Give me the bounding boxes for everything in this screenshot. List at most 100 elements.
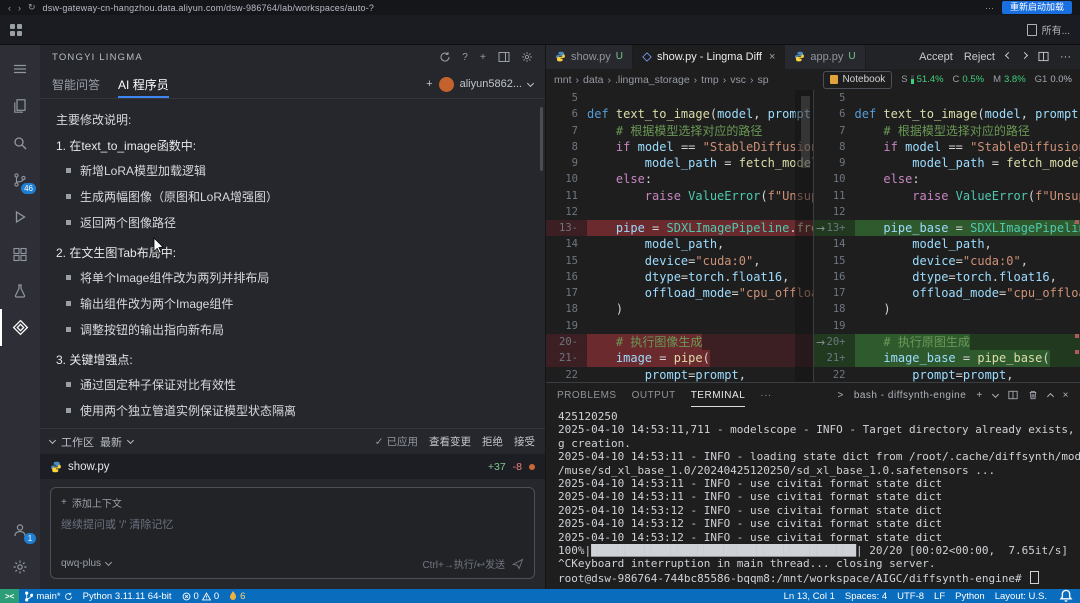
all-kernels-label[interactable]: 所有... [1042,22,1070,37]
explorer-icon[interactable] [0,87,40,124]
code-token: = [948,221,971,236]
reject-diff-button[interactable]: Reject [964,51,995,63]
tab-smart-qa[interactable]: 智能问答 [52,70,100,98]
chevron-down-icon[interactable] [48,436,57,445]
add-context-chip[interactable]: + 添加上下文 [61,495,524,510]
remote-indicator[interactable]: >< [0,589,20,603]
account-name[interactable]: aliyun5862... [460,78,522,90]
browser-menu-icon[interactable]: ··· [985,3,994,13]
more-actions-icon[interactable]: ··· [1060,51,1071,63]
lingma-notification-item[interactable]: 6 [224,589,250,603]
cursor-position-item[interactable]: Ln 13, Col 1 [779,589,840,603]
line-number: 10 [832,173,846,186]
code-token: device [644,253,689,268]
tab-lingma-diff[interactable]: show.py - Lingma Diff × [632,44,786,69]
search-icon[interactable] [0,124,40,161]
source-control-icon[interactable]: 46 [0,161,40,198]
help-icon[interactable]: ? [462,52,469,63]
tab-terminal[interactable]: TERMINAL [691,383,746,407]
diff-modified-pane[interactable]: 56def text_to_image(model, prompt,7 # 根据… [813,90,1080,382]
diff-original-pane[interactable]: 56def text_to_image(model, prompt, n7 # … [546,90,814,382]
layout-icon[interactable] [498,51,510,63]
tab-output[interactable]: OUTPUT [632,383,676,407]
line-number: 8 [571,140,578,153]
line-number: 19 [832,319,846,332]
changed-file-row[interactable]: show.py +37 -8 [40,454,545,479]
more-panel-tabs-icon[interactable]: ··· [760,390,772,401]
maximize-panel-icon[interactable] [1046,392,1054,400]
code-text: # 根据模型选择对应的路径 [587,123,762,139]
chevron-down-icon[interactable] [104,558,113,567]
workspace-filter[interactable]: 最新 [100,434,122,450]
menu-icon[interactable] [0,50,40,87]
breadcrumb-item[interactable]: tmp [701,74,719,86]
breadcrumb-item[interactable]: sp [757,74,768,86]
history-icon[interactable] [439,51,451,63]
keyboard-layout-item[interactable]: Layout: U.S. [990,589,1052,603]
close-tab-icon[interactable]: × [769,51,775,63]
next-change-icon[interactable] [1020,51,1029,60]
tab-app-py[interactable]: app.py U [785,44,866,69]
split-terminal-icon[interactable] [1008,390,1018,400]
code-token: = [948,269,956,284]
trash-icon[interactable] [1028,390,1038,400]
account-icon[interactable]: 1 [0,511,40,548]
terminal-output[interactable]: 425120250 2025-04-10 14:53:11,711 - model… [546,407,1080,589]
previous-change-icon[interactable] [1004,51,1013,60]
eol-item[interactable]: LF [929,589,950,603]
browser-back-icon[interactable]: ‹ [8,3,11,13]
chat-input-box[interactable]: + 添加上下文 继续提问或 '/' 清除记忆 qwq-plus Ctrl+→执行… [50,487,535,579]
git-branch-item[interactable]: main* [19,589,77,603]
workspace-label[interactable]: 工作区 [61,434,94,450]
browser-forward-icon[interactable]: › [18,3,21,13]
extensions-icon[interactable] [0,235,40,272]
accept-link[interactable]: 接受 [514,434,535,449]
tab-problems[interactable]: PROBLEMS [557,383,617,407]
bullet-icon [66,167,71,173]
send-icon[interactable] [512,558,524,570]
notifications-bell-icon[interactable] [1052,589,1080,603]
new-terminal-icon[interactable]: + [976,390,982,401]
chevron-down-icon[interactable] [126,436,135,445]
code-token: , [1020,107,1036,122]
python-interpreter-item[interactable]: Python 3.11.11 64-bit [78,589,177,603]
run-debug-icon[interactable] [0,198,40,235]
model-selector[interactable]: qwq-plus [61,558,101,569]
split-editor-icon[interactable] [1038,51,1049,62]
chat-response-area[interactable]: 主要修改说明: 1. 在text_to_image函数中: 新增LoRA模型加载逻… [40,99,545,428]
scrollbar-thumb[interactable] [800,96,810,168]
breadcrumb-item[interactable]: data [583,74,603,86]
chat-input-placeholder[interactable]: 继续提问或 '/' 清除记忆 [61,516,524,556]
problems-item[interactable]: 0 0 [177,589,225,603]
breadcrumb-item[interactable]: mnt [554,74,572,86]
view-changes-link[interactable]: 查看变更 [429,434,471,449]
chevron-down-icon[interactable] [991,390,999,398]
breadcrumb-item[interactable]: vsc [730,74,746,86]
encoding-item[interactable]: UTF-8 [892,589,929,603]
test-flask-icon[interactable] [0,272,40,309]
notebook-button[interactable]: Notebook [823,70,893,89]
terminal-shell-selector[interactable]: bash - diffsynth-engine [854,390,967,401]
accept-diff-button[interactable]: Accept [919,51,953,63]
breadcrumb-item[interactable]: .lingma_storage [615,74,690,86]
tab-show-py[interactable]: show.py U [546,44,633,69]
app-launcher-icon[interactable] [10,23,22,36]
indentation-item[interactable]: Spaces: 4 [840,589,892,603]
new-chat-icon[interactable]: + [480,52,487,63]
settings-gear-icon[interactable] [0,548,40,585]
scrollbar-thumb[interactable] [540,107,543,171]
language-mode-item[interactable]: Python [950,589,990,603]
browser-refresh-icon[interactable]: ↻ [28,2,36,13]
close-panel-icon[interactable]: × [1063,390,1069,401]
reject-link[interactable]: 拒绝 [482,434,503,449]
code-text: def text_to_image(model, prompt, [855,106,1080,122]
restart-kernel-button[interactable]: 重新启动加载 [1001,1,1072,14]
diff-change-arrow-icon[interactable]: → [816,222,825,235]
list-item-text: 将单个Image组件改为两列并排布局 [80,270,270,285]
address-bar[interactable]: dsw-gateway-cn-hangzhou.data.aliyun.com/… [43,3,375,13]
diff-change-arrow-icon[interactable]: → [816,336,825,349]
add-session-icon[interactable]: + [426,78,432,90]
tab-ai-programmer[interactable]: AI 程序员 [118,70,169,98]
panel-gear-icon[interactable] [521,51,533,63]
lingma-icon[interactable] [0,309,40,346]
